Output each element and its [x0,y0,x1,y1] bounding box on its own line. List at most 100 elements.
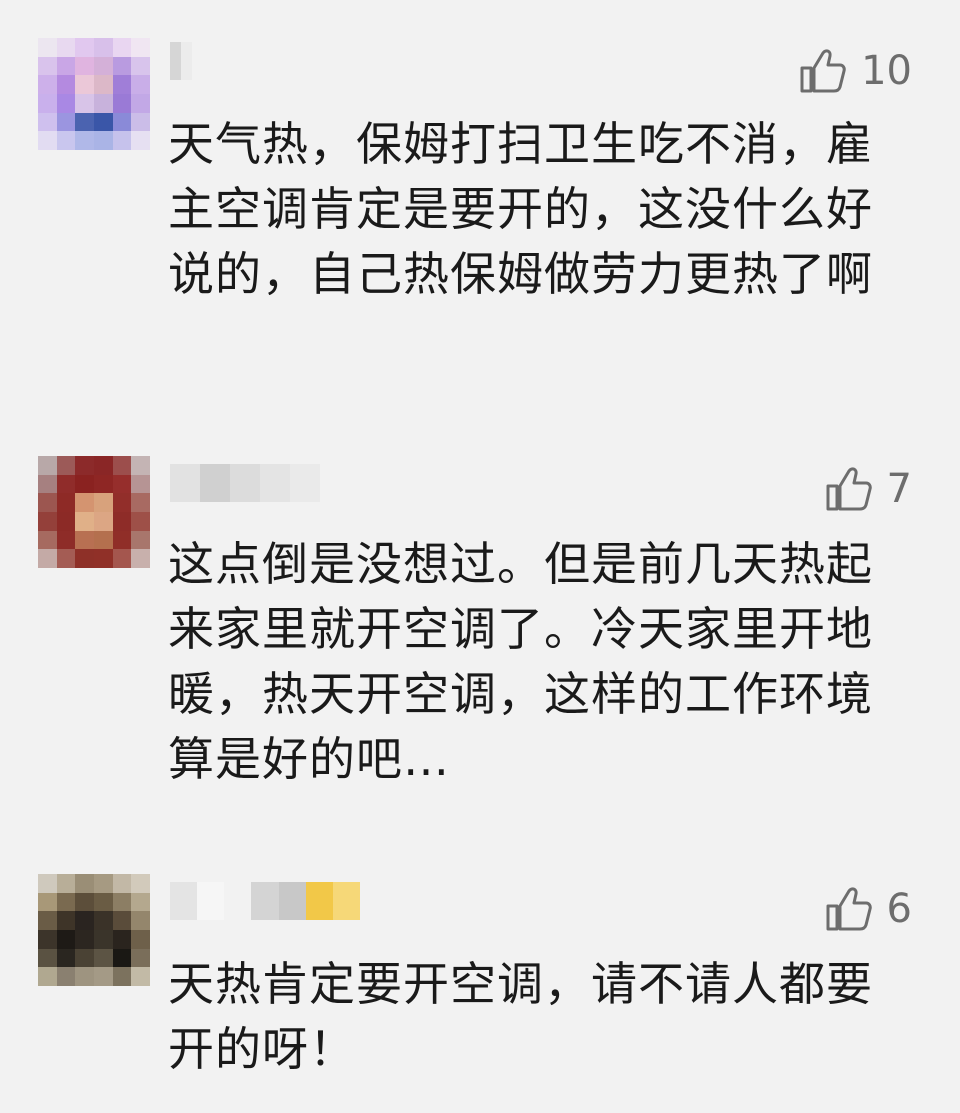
nickname-pixel [170,882,198,920]
avatar-pixel [112,112,132,132]
avatar-pixel [131,75,150,94]
avatar-pixel [93,892,113,912]
like-count: 10 [861,48,912,94]
avatar-pixel [112,38,132,57]
comment-item: 6 天热肯定要开空调，请不请人都要开的呀！ [0,0,960,1076]
avatar-pixel [131,530,150,550]
avatar-pixel [75,93,94,113]
avatar-pixel [131,456,150,475]
avatar-pixel [38,874,57,893]
avatar-pixel [38,948,57,968]
avatar-pixel [93,911,113,930]
avatar-pixel [112,456,132,475]
avatar-pixel [131,929,150,949]
like-button[interactable]: 7 [825,466,912,512]
avatar-pixel [38,493,57,512]
comment-text: 这点倒是没想过。但是前几天热起来家里就开空调了。冷天家里开地暖，热天开空调，这样… [168,537,873,786]
avatar-pixel [93,874,113,893]
thumbs-up-icon [825,886,873,932]
avatar-pixel [75,911,94,930]
avatar-pixel [93,549,113,568]
avatar-pixel [38,511,57,531]
avatar-pixel [75,38,94,57]
avatar-pixel [75,56,94,76]
like-button[interactable]: 10 [799,48,912,94]
avatar-pixel [131,56,150,76]
nickname-pixel [181,42,192,80]
avatar-pixel [38,892,57,912]
avatar-pixel [131,549,150,568]
avatar-pixel [93,456,113,475]
avatar-pixel [112,874,132,893]
avatar-pixel [56,112,76,132]
avatar-pixel [56,911,76,930]
avatar-pixel [131,892,150,912]
avatar-pixel [131,131,150,150]
avatar-pixel [56,511,76,531]
avatar-pixel [93,38,113,57]
avatar-pixel [131,112,150,132]
nickname-pixel [278,882,306,920]
nickname-blurred[interactable] [170,882,360,920]
avatar-pixel [56,93,76,113]
avatar-pixel [38,911,57,930]
avatar-pixel [38,456,57,475]
avatar-pixel [75,493,94,512]
avatar-pixel [56,474,76,494]
avatar-pixel [112,911,132,930]
avatar-pixel [112,474,132,494]
avatar-pixel [56,56,76,76]
avatar-pixel [38,530,57,550]
avatar-pixel [93,112,113,132]
avatar-pixel [112,56,132,76]
avatar-pixel [56,131,76,150]
avatar-pixel [38,56,57,76]
avatar-pixel [56,530,76,550]
avatar-pixel [56,549,76,568]
nickname-pixel [260,464,290,502]
avatar-pixel [75,892,94,912]
avatar-pixel [38,112,57,132]
avatar-pixel [112,75,132,94]
thumbs-up-icon [825,466,873,512]
avatar-pixel [56,456,76,475]
nickname-blurred[interactable] [170,464,320,502]
like-button[interactable]: 6 [825,886,912,932]
avatar-pixel [112,93,132,113]
avatar-pixel [93,131,113,150]
avatar-pixel [56,874,76,893]
avatar-pixel [112,549,132,568]
nickname-pixel [230,464,260,502]
avatar-pixel [38,929,57,949]
avatar[interactable] [38,38,150,150]
avatar-pixel [131,967,150,986]
nickname-blurred[interactable] [170,42,192,80]
avatar-pixel [93,511,113,531]
avatar-pixel [38,474,57,494]
avatar[interactable] [38,874,150,986]
avatar-pixel [75,112,94,132]
avatar-pixel [75,929,94,949]
avatar-pixel [75,131,94,150]
avatar[interactable] [38,456,150,568]
avatar-pixel [93,967,113,986]
avatar-pixel [112,493,132,512]
like-count: 6 [886,886,912,932]
avatar-pixel [131,874,150,893]
avatar-pixel [56,929,76,949]
avatar-pixel [38,549,57,568]
avatar-pixel [93,948,113,968]
avatar-pixel [75,967,94,986]
avatar-pixel [131,38,150,57]
avatar-pixel [112,929,132,949]
avatar-pixel [56,948,76,968]
avatar-pixel [93,56,113,76]
like-count: 7 [886,466,912,512]
avatar-pixel [131,911,150,930]
avatar-pixel [75,530,94,550]
avatar-pixel [112,530,132,550]
nickname-pixel [197,882,225,920]
avatar-pixel [56,75,76,94]
avatar-pixel [131,93,150,113]
avatar-pixel [131,474,150,494]
